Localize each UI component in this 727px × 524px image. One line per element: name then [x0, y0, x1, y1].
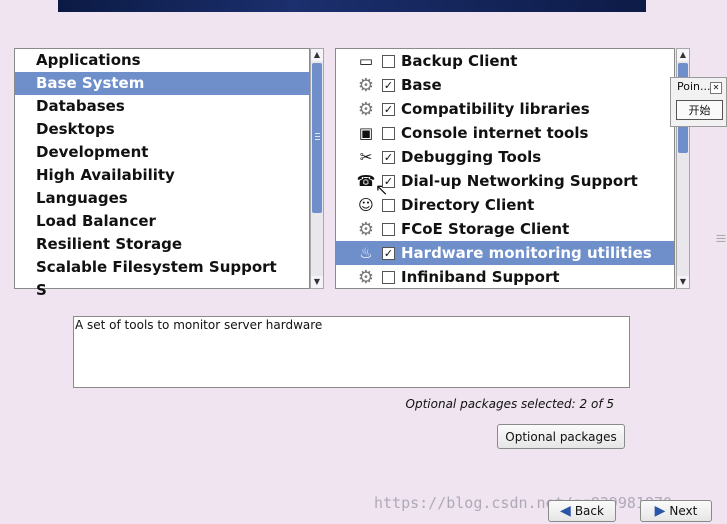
package-checkbox[interactable]: ✓: [382, 246, 395, 260]
package-label: Hardware monitoring utilities: [401, 244, 652, 262]
popup-start-label: 开始: [688, 104, 711, 117]
gear-icon: ⚙: [357, 74, 375, 96]
next-button[interactable]: ▶ Next: [640, 500, 712, 522]
package-row[interactable]: ⚙ FCoE Storage Client: [336, 217, 674, 241]
package-checkbox[interactable]: [382, 198, 395, 212]
gear-icon: ⚙: [357, 266, 375, 288]
package-list[interactable]: ▭ Backup Client ⚙ ✓ Base ⚙ ✓ Compatibility libr…: [335, 48, 675, 289]
next-arrow-icon: ▶: [654, 503, 666, 519]
users-icon: ☺: [358, 196, 374, 214]
category-item[interactable]: Development: [15, 141, 309, 164]
package-label: Debugging Tools: [401, 148, 542, 166]
package-checkbox[interactable]: ✓: [382, 102, 395, 116]
package-description: A set of tools to monitor server hardwar…: [73, 316, 630, 388]
package-label: FCoE Storage Client: [401, 220, 570, 238]
mouse-cursor-icon: ↖: [375, 180, 389, 199]
category-item[interactable]: Scalable Filesystem Support: [15, 256, 309, 279]
category-item[interactable]: Load Balancer: [15, 210, 309, 233]
package-row[interactable]: ✂ ✓ Debugging Tools: [336, 145, 674, 169]
scroll-down-icon[interactable]: ▼: [677, 276, 689, 288]
package-label: Compatibility libraries: [401, 100, 590, 118]
category-scrollbar[interactable]: ▲ ▼: [310, 48, 324, 289]
package-label: Directory Client: [401, 196, 535, 214]
package-label: Base: [401, 76, 442, 94]
optional-packages-count: Optional packages selected: 2 of 5: [405, 397, 614, 411]
close-icon[interactable]: ✕: [710, 82, 722, 94]
watermark: https://blog.csdn.net/qq839981870: [374, 494, 673, 512]
package-row[interactable]: ♨ ✓ Hardware monitoring utilities: [336, 241, 674, 265]
package-checkbox[interactable]: [382, 222, 395, 236]
package-label: Backup Client: [401, 52, 518, 70]
scroll-up-icon[interactable]: ▲: [311, 49, 323, 61]
category-item[interactable]: S: [15, 279, 309, 302]
description-text: A set of tools to monitor server hardwar…: [75, 318, 323, 332]
popup-start-button[interactable]: 开始: [676, 100, 723, 120]
optional-packages-button[interactable]: Optional packages: [497, 424, 625, 449]
back-arrow-icon: ◀: [560, 503, 571, 519]
tools-icon: ✂: [359, 148, 373, 166]
category-items: Applications Base System Databases Desktops…: [15, 49, 309, 302]
next-label: Next: [669, 504, 698, 518]
category-item[interactable]: Databases: [15, 95, 309, 118]
gear-icon: ⚙: [357, 218, 375, 240]
package-items: ▭ Backup Client ⚙ ✓ Base ⚙ ✓ Compatibility libr…: [336, 49, 674, 288]
window-scroll-grip-icon[interactable]: — — —: [716, 231, 726, 247]
package-checkbox[interactable]: [382, 270, 395, 284]
package-row[interactable]: ▭ Backup Client: [336, 49, 674, 73]
scroll-thumb[interactable]: [312, 63, 322, 213]
hardware-monitor-icon: ♨: [359, 244, 373, 262]
package-checkbox[interactable]: ✓: [382, 150, 395, 164]
category-item[interactable]: Desktops: [15, 118, 309, 141]
scroll-down-icon[interactable]: ▼: [311, 276, 323, 288]
category-list[interactable]: Applications Base System Databases Desktops…: [14, 48, 310, 299]
package-checkbox[interactable]: [382, 126, 395, 140]
pointer-popup: Poin... ✕ 开始: [670, 77, 727, 127]
gear-icon: ⚙: [357, 98, 375, 120]
popup-title: Poin...: [677, 80, 711, 93]
phone-icon: ☎: [356, 172, 376, 190]
package-row[interactable]: ⚙ ✓ Compatibility libraries: [336, 97, 674, 121]
category-item[interactable]: Base System: [15, 72, 309, 95]
scroll-up-icon[interactable]: ▲: [677, 49, 689, 61]
optional-packages-label: Optional packages: [505, 429, 617, 444]
package-row[interactable]: ⚙ ✓ Base: [336, 73, 674, 97]
terminal-icon: ▣: [358, 124, 374, 142]
package-label: Dial-up Networking Support: [401, 172, 638, 190]
package-checkbox[interactable]: [382, 54, 395, 68]
category-item[interactable]: High Availability: [15, 164, 309, 187]
back-label: Back: [574, 504, 604, 518]
package-row[interactable]: ⚙ Infiniband Support: [336, 265, 674, 288]
category-item[interactable]: Applications: [15, 49, 309, 72]
category-item[interactable]: Languages: [15, 187, 309, 210]
backup-client-icon: ▭: [358, 52, 374, 70]
category-item[interactable]: Resilient Storage: [15, 233, 309, 256]
package-row[interactable]: ▣ Console internet tools: [336, 121, 674, 145]
package-checkbox[interactable]: ✓: [382, 78, 395, 92]
header-banner: [58, 0, 646, 12]
back-button[interactable]: ◀ Back: [548, 500, 616, 522]
package-label: Console internet tools: [401, 124, 589, 142]
package-label: Infiniband Support: [401, 268, 560, 286]
